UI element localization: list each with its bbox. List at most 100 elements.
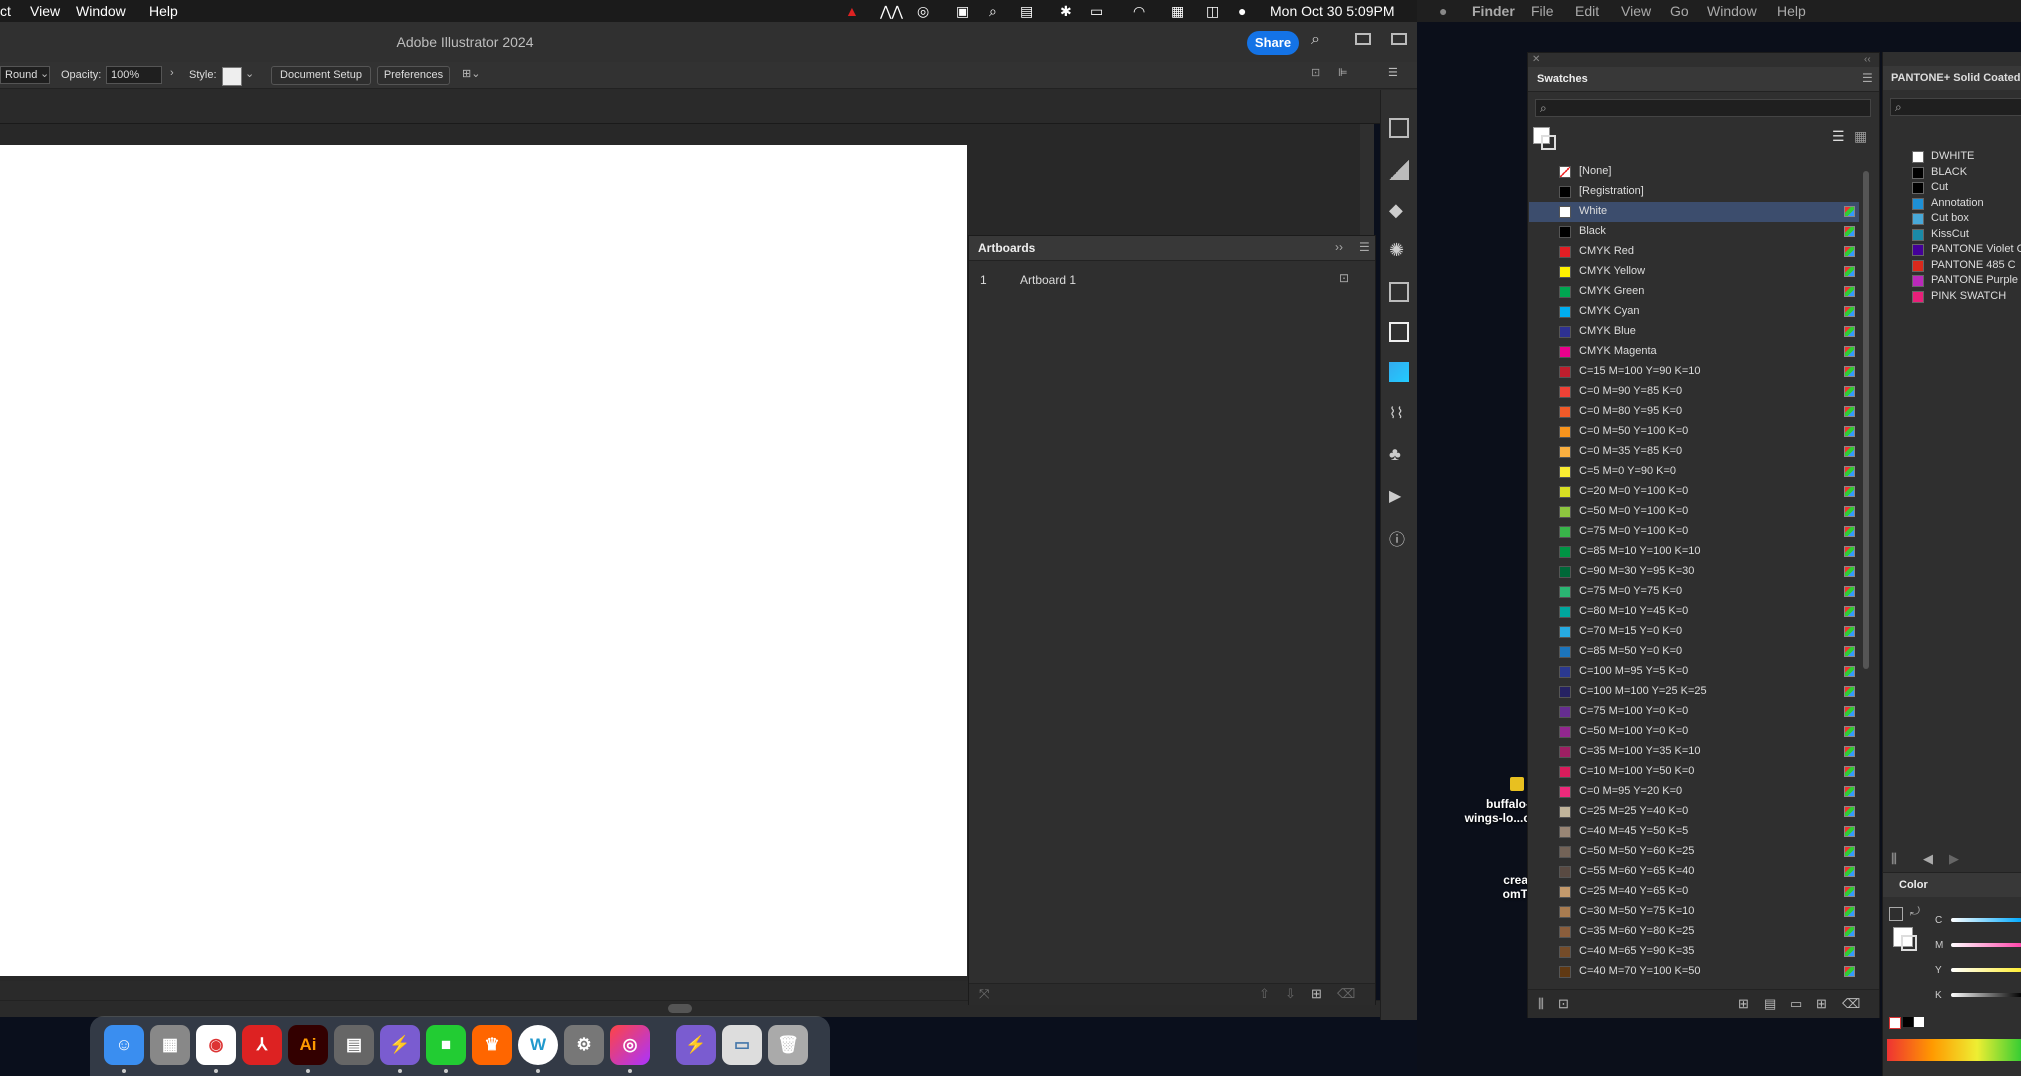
new-swatch-icon[interactable]: ⊞ bbox=[1816, 996, 1827, 1012]
calculator-app-icon[interactable]: ▤ bbox=[334, 1025, 374, 1065]
menu-item-ct[interactable]: ct bbox=[0, 3, 11, 19]
chevron-down-icon[interactable]: ⌄ bbox=[40, 67, 49, 80]
wifi-icon[interactable]: ◠ bbox=[1133, 3, 1145, 20]
apple-icon[interactable]: ● bbox=[1439, 3, 1447, 19]
swatch-row[interactable]: C=0 M=35 Y=85 K=0 bbox=[1529, 442, 1859, 462]
menu-item-window[interactable]: Window bbox=[76, 3, 126, 19]
trash-icon[interactable]: ⌫ bbox=[1337, 986, 1355, 1002]
swatch-row[interactable]: C=70 M=15 Y=0 K=0 bbox=[1529, 622, 1859, 642]
bluetooth-icon[interactable]: ✱ bbox=[1060, 3, 1072, 20]
calendar-icon[interactable]: ▦ bbox=[1171, 3, 1184, 20]
swatch-row[interactable]: C=30 M=50 Y=75 K=10 bbox=[1529, 902, 1859, 922]
display-icon[interactable]: ▤ bbox=[1020, 3, 1033, 20]
swatch-row[interactable]: C=50 M=100 Y=0 K=0 bbox=[1529, 722, 1859, 742]
libraries-icon[interactable]: ◆ bbox=[1389, 200, 1409, 220]
swatch-row[interactable]: CMYK Green bbox=[1529, 282, 1859, 302]
swatch-row[interactable]: CMYK Yellow bbox=[1529, 262, 1859, 282]
desktop-file-label[interactable]: buffalo- wings-lo...c bbox=[1430, 797, 1530, 825]
swatch-row[interactable]: C=25 M=25 Y=40 K=0 bbox=[1529, 802, 1859, 822]
desktop-file-label[interactable]: crea omT bbox=[1430, 873, 1528, 901]
cyan-slider[interactable] bbox=[1951, 918, 2021, 922]
show-kind-icon[interactable]: ⊡ bbox=[1558, 996, 1569, 1012]
swatch-row[interactable]: [Registration] bbox=[1529, 182, 1859, 202]
downloads-folder-icon[interactable]: ⚡ bbox=[676, 1025, 716, 1065]
swatch-row[interactable]: C=35 M=60 Y=80 K=25 bbox=[1529, 922, 1859, 942]
document-setup-button[interactable]: Document Setup bbox=[271, 66, 371, 85]
illustrator-app-icon[interactable]: Ai bbox=[288, 1025, 328, 1065]
swatch-row[interactable]: C=10 M=100 Y=50 K=0 bbox=[1529, 762, 1859, 782]
workspace-icon[interactable] bbox=[1355, 33, 1371, 45]
symbols-icon[interactable]: ♣ bbox=[1389, 444, 1409, 464]
swatch-row[interactable]: CMYK Cyan bbox=[1529, 302, 1859, 322]
notes-icon[interactable]: ▣ bbox=[956, 3, 969, 20]
menu-item-edit[interactable]: Edit bbox=[1575, 3, 1599, 19]
creative-cloud-app-icon[interactable]: ◎ bbox=[610, 1025, 650, 1065]
color-group-icon[interactable]: ▤ bbox=[1764, 996, 1776, 1012]
rearrange-icon[interactable]: ⤧ bbox=[979, 986, 989, 1002]
menu-item-go[interactable]: Go bbox=[1670, 3, 1689, 19]
swatch-row[interactable]: C=85 M=10 Y=100 K=10 bbox=[1529, 542, 1859, 562]
black-swatch[interactable] bbox=[1903, 1017, 1913, 1027]
menu-icon[interactable]: ☰ bbox=[1359, 240, 1370, 254]
swatch-row[interactable]: C=75 M=0 Y=75 K=0 bbox=[1529, 582, 1859, 602]
clock[interactable]: Mon Oct 30 5:09PM bbox=[1270, 3, 1395, 19]
panel-toggle-icon[interactable] bbox=[1391, 33, 1407, 45]
collapse-icon[interactable]: ‹‹ bbox=[1864, 54, 1871, 65]
swatch-row[interactable]: C=40 M=65 Y=90 K=35 bbox=[1529, 942, 1859, 962]
previous-icon[interactable]: ◀ bbox=[1923, 851, 1933, 867]
scroll-thumb[interactable] bbox=[668, 1004, 692, 1013]
swatch-row[interactable]: C=5 M=0 Y=90 K=0 bbox=[1529, 462, 1859, 482]
new-artboard-icon[interactable]: ⊞ bbox=[1311, 986, 1322, 1002]
arrange-icon[interactable]: ⊞⌄ bbox=[462, 67, 480, 80]
gradient-icon[interactable] bbox=[1389, 160, 1409, 180]
color-guide-icon[interactable]: ✺ bbox=[1389, 240, 1409, 260]
black-slider[interactable] bbox=[1951, 993, 2021, 997]
launchpad-app-icon[interactable]: ▦ bbox=[150, 1025, 190, 1065]
swatch-row[interactable]: C=20 M=0 Y=100 K=0 bbox=[1529, 482, 1859, 502]
share-button[interactable]: Share bbox=[1247, 31, 1299, 55]
pantone-row[interactable]: PINK SWATCH bbox=[1883, 287, 2021, 307]
menu-item-window[interactable]: Window bbox=[1707, 3, 1757, 19]
swatch-row[interactable]: C=50 M=50 Y=60 K=25 bbox=[1529, 842, 1859, 862]
move-up-icon[interactable]: ⇧ bbox=[1259, 986, 1270, 1002]
search-icon[interactable]: ⌕ bbox=[989, 3, 997, 20]
white-swatch[interactable] bbox=[1914, 1017, 1924, 1027]
layers-icon[interactable] bbox=[1389, 322, 1409, 342]
siri-icon[interactable]: ● bbox=[1238, 3, 1246, 19]
swatch-row[interactable]: C=75 M=0 Y=100 K=0 bbox=[1529, 522, 1859, 542]
stroke-swatch[interactable] bbox=[1901, 935, 1917, 951]
chevron-right-icon[interactable]: › bbox=[170, 67, 174, 79]
printer-icon[interactable]: ▭ bbox=[722, 1025, 762, 1065]
swatch-row[interactable]: C=100 M=100 Y=25 K=25 bbox=[1529, 682, 1859, 702]
swatch-row[interactable]: [None] bbox=[1529, 162, 1859, 182]
preferences-button[interactable]: Preferences bbox=[377, 66, 450, 85]
swatch-row[interactable]: C=25 M=40 Y=65 K=0 bbox=[1529, 882, 1859, 902]
menu-icon[interactable]: ☰ bbox=[1388, 66, 1398, 79]
yellow-slider[interactable] bbox=[1951, 968, 2021, 972]
control-center-icon[interactable]: ◫ bbox=[1206, 3, 1219, 20]
battery-icon[interactable]: ▭ bbox=[1090, 3, 1103, 20]
brushes-icon[interactable]: ⌇⌇ bbox=[1389, 404, 1409, 424]
adobe-icon[interactable]: ⋀⋀ bbox=[880, 3, 903, 20]
artboard[interactable] bbox=[0, 145, 967, 976]
acrobat-app-icon[interactable]: ⅄ bbox=[242, 1025, 282, 1065]
swatch-row[interactable]: C=15 M=100 Y=90 K=10 bbox=[1529, 362, 1859, 382]
pantone-search-input[interactable]: ⌕ bbox=[1890, 98, 2021, 116]
swatch-row[interactable]: CMYK Blue bbox=[1529, 322, 1859, 342]
library-icon[interactable]: ⫼ bbox=[1538, 996, 1544, 1012]
move-down-icon[interactable]: ⇩ bbox=[1285, 986, 1296, 1002]
swatch-row[interactable]: C=0 M=50 Y=100 K=0 bbox=[1529, 422, 1859, 442]
color-spectrum[interactable] bbox=[1887, 1039, 2021, 1061]
chrome-app-icon[interactable]: ◉ bbox=[196, 1025, 236, 1065]
scroll-thumb[interactable] bbox=[1863, 171, 1869, 669]
properties-icon[interactable] bbox=[1389, 118, 1409, 138]
settings-app-icon[interactable]: ⚙ bbox=[564, 1025, 604, 1065]
swatch-row[interactable]: C=90 M=30 Y=95 K=30 bbox=[1529, 562, 1859, 582]
swatch-row[interactable]: C=100 M=95 Y=5 K=0 bbox=[1529, 662, 1859, 682]
stroke-swatch[interactable] bbox=[1541, 135, 1556, 150]
menu-icon[interactable]: ☰ bbox=[1862, 71, 1873, 85]
swatch-row[interactable]: C=35 M=100 Y=35 K=10 bbox=[1529, 742, 1859, 762]
swatch-row[interactable]: Black bbox=[1529, 222, 1859, 242]
swatches-icon[interactable] bbox=[1389, 362, 1409, 382]
menu-item-file[interactable]: File bbox=[1531, 3, 1554, 19]
